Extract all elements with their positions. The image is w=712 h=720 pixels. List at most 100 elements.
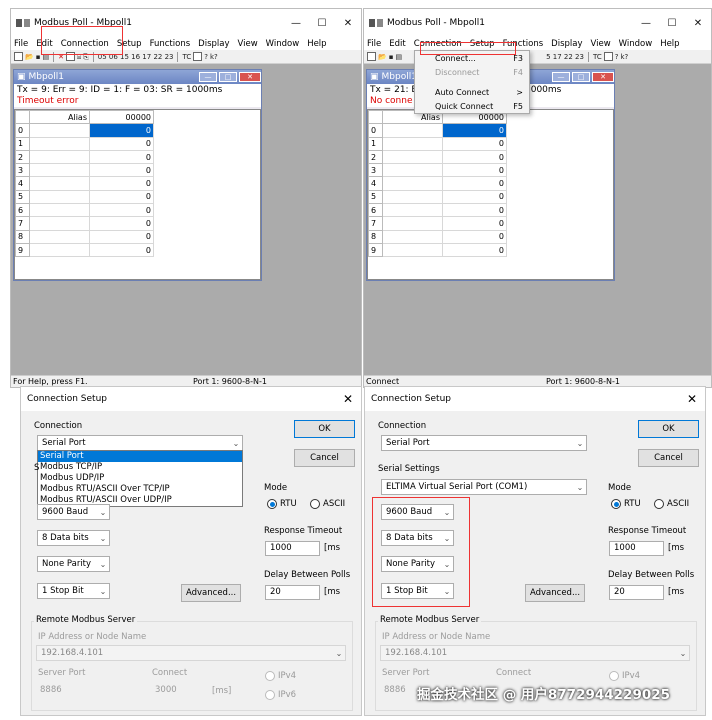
response-timeout-input[interactable]: 1000 xyxy=(265,541,320,556)
table-row[interactable]: 60 xyxy=(368,203,507,218)
ok-button[interactable]: OK xyxy=(294,420,355,438)
tc-button[interactable]: TC xyxy=(182,52,191,62)
table-row[interactable]: 80 xyxy=(15,229,154,244)
list-item[interactable]: Modbus RTU/ASCII Over TCP/IP xyxy=(38,484,242,495)
connection-options-list[interactable]: Serial Port Modbus TCP/IP Modbus UDP/IP Mod… xyxy=(37,450,243,507)
list-item[interactable]: Modbus TCP/IP xyxy=(38,462,242,473)
value-cell[interactable]: 0 xyxy=(442,189,507,205)
close-icon[interactable]: ✕ xyxy=(335,392,361,406)
alias-cell[interactable] xyxy=(29,149,90,165)
tc-button[interactable]: TC xyxy=(593,52,602,62)
alias-cell[interactable] xyxy=(382,216,443,231)
menu-file[interactable]: File xyxy=(14,39,28,49)
alias-cell[interactable] xyxy=(29,189,90,205)
table-row[interactable]: 60 xyxy=(15,203,154,218)
value-cell[interactable]: 0 xyxy=(442,123,507,138)
menu-functions[interactable]: Functions xyxy=(150,39,191,49)
register-grid[interactable]: Alias 00000 0 0 1 0 2 0 3 0 4 0 5 0 6 0 7 0 8 0 9 0 xyxy=(367,109,614,280)
value-cell[interactable]: 0 xyxy=(89,216,154,231)
menu-item-quick-connect[interactable]: Quick Connect F5 xyxy=(415,99,529,113)
close-icon[interactable]: ✕ xyxy=(679,392,705,406)
open-icon[interactable]: 📂 xyxy=(378,52,387,62)
value-cell[interactable]: 0 xyxy=(89,123,154,138)
print-icon[interactable]: ▤ xyxy=(395,52,402,62)
maximize-icon[interactable]: ☐ xyxy=(309,18,335,29)
child-maximize-icon[interactable]: □ xyxy=(219,72,237,82)
cancel-button[interactable]: Cancel xyxy=(294,449,355,467)
maximize-icon[interactable]: ☐ xyxy=(659,18,685,29)
context-help-icon[interactable]: k? xyxy=(210,52,218,62)
menu-display[interactable]: Display xyxy=(198,39,229,49)
alias-cell[interactable] xyxy=(29,163,90,178)
child-minimize-icon[interactable]: — xyxy=(199,72,217,82)
value-cell[interactable]: 0 xyxy=(442,216,507,231)
ok-button[interactable]: OK xyxy=(638,420,699,438)
delay-input[interactable]: 20 xyxy=(609,585,664,600)
alias-cell[interactable] xyxy=(382,123,443,138)
advanced-button[interactable]: Advanced... xyxy=(181,584,241,602)
alias-cell[interactable] xyxy=(382,136,443,151)
value-cell[interactable]: 0 xyxy=(89,203,154,218)
save-icon[interactable]: ▪ xyxy=(389,52,394,62)
table-row[interactable]: 90 xyxy=(15,242,154,258)
value-cell[interactable]: 0 xyxy=(442,203,507,218)
stop-bit-select[interactable]: 1 Stop Bit ⌄ xyxy=(37,583,110,599)
table-row[interactable]: 80 xyxy=(368,229,507,244)
menu-help[interactable]: Help xyxy=(660,39,679,49)
menu-file[interactable]: File xyxy=(367,39,381,49)
data-bits-select[interactable]: 8 Data bits ⌄ xyxy=(37,530,110,546)
value-cell[interactable]: 0 xyxy=(89,229,154,244)
value-cell[interactable]: 0 xyxy=(442,149,507,165)
alias-cell[interactable] xyxy=(382,242,443,258)
connection-select[interactable]: Serial Port ⌄ xyxy=(37,435,243,451)
alias-cell[interactable] xyxy=(29,216,90,231)
value-cell[interactable]: 0 xyxy=(89,176,154,191)
table-row[interactable]: 30 xyxy=(15,163,154,178)
menu-help[interactable]: Help xyxy=(307,39,326,49)
value-cell[interactable]: 0 xyxy=(89,242,154,258)
table-row[interactable]: 00 xyxy=(15,123,154,138)
rtu-radio[interactable]: RTU xyxy=(267,499,297,509)
help-icon[interactable]: ? xyxy=(204,52,208,62)
close-icon[interactable]: ✕ xyxy=(335,18,361,29)
ascii-radio[interactable]: ASCII xyxy=(310,499,345,509)
table-row[interactable]: 20 xyxy=(15,149,154,165)
table-row[interactable]: 70 xyxy=(368,216,507,231)
value-cell[interactable]: 0 xyxy=(442,229,507,244)
alias-cell[interactable] xyxy=(382,189,443,205)
value-cell[interactable]: 0 xyxy=(442,242,507,258)
list-item[interactable]: Serial Port xyxy=(38,451,242,462)
new-icon[interactable] xyxy=(367,52,376,61)
menu-window[interactable]: Window xyxy=(266,39,300,49)
table-row[interactable]: 50 xyxy=(15,189,154,205)
table-row[interactable]: 00 xyxy=(368,123,507,138)
table-row[interactable]: 30 xyxy=(368,163,507,178)
tools-icon[interactable] xyxy=(603,52,613,61)
serial-port-select[interactable]: ELTIMA Virtual Serial Port (COM1) ⌄ xyxy=(381,479,587,495)
menu-item-auto-connect[interactable]: Auto Connect > xyxy=(415,85,529,99)
table-row[interactable]: 50 xyxy=(368,189,507,205)
close-icon[interactable]: ✕ xyxy=(685,18,711,29)
child-close-icon[interactable]: ✕ xyxy=(239,72,261,82)
table-row[interactable]: 10 xyxy=(368,136,507,151)
table-row[interactable]: 90 xyxy=(368,242,507,258)
menu-view[interactable]: View xyxy=(238,39,258,49)
minimize-icon[interactable]: — xyxy=(633,18,659,29)
cancel-button[interactable]: Cancel xyxy=(638,449,699,467)
value-cell[interactable]: 0 xyxy=(442,163,507,178)
alias-cell[interactable] xyxy=(29,136,90,151)
alias-cell[interactable] xyxy=(29,176,90,191)
open-icon[interactable]: 📂 xyxy=(25,52,34,62)
value-cell[interactable]: 0 xyxy=(442,176,507,191)
advanced-button[interactable]: Advanced... xyxy=(525,584,585,602)
new-icon[interactable] xyxy=(14,52,23,61)
baud-select[interactable]: 9600 Baud ⌄ xyxy=(37,504,110,520)
alias-cell[interactable] xyxy=(382,229,443,244)
list-item[interactable]: Modbus UDP/IP xyxy=(38,473,242,484)
table-row[interactable]: 20 xyxy=(368,149,507,165)
menu-window[interactable]: Window xyxy=(619,39,653,49)
parity-select[interactable]: None Parity ⌄ xyxy=(37,556,110,572)
alias-cell[interactable] xyxy=(382,203,443,218)
alias-cell[interactable] xyxy=(382,163,443,178)
response-timeout-input[interactable]: 1000 xyxy=(609,541,664,556)
